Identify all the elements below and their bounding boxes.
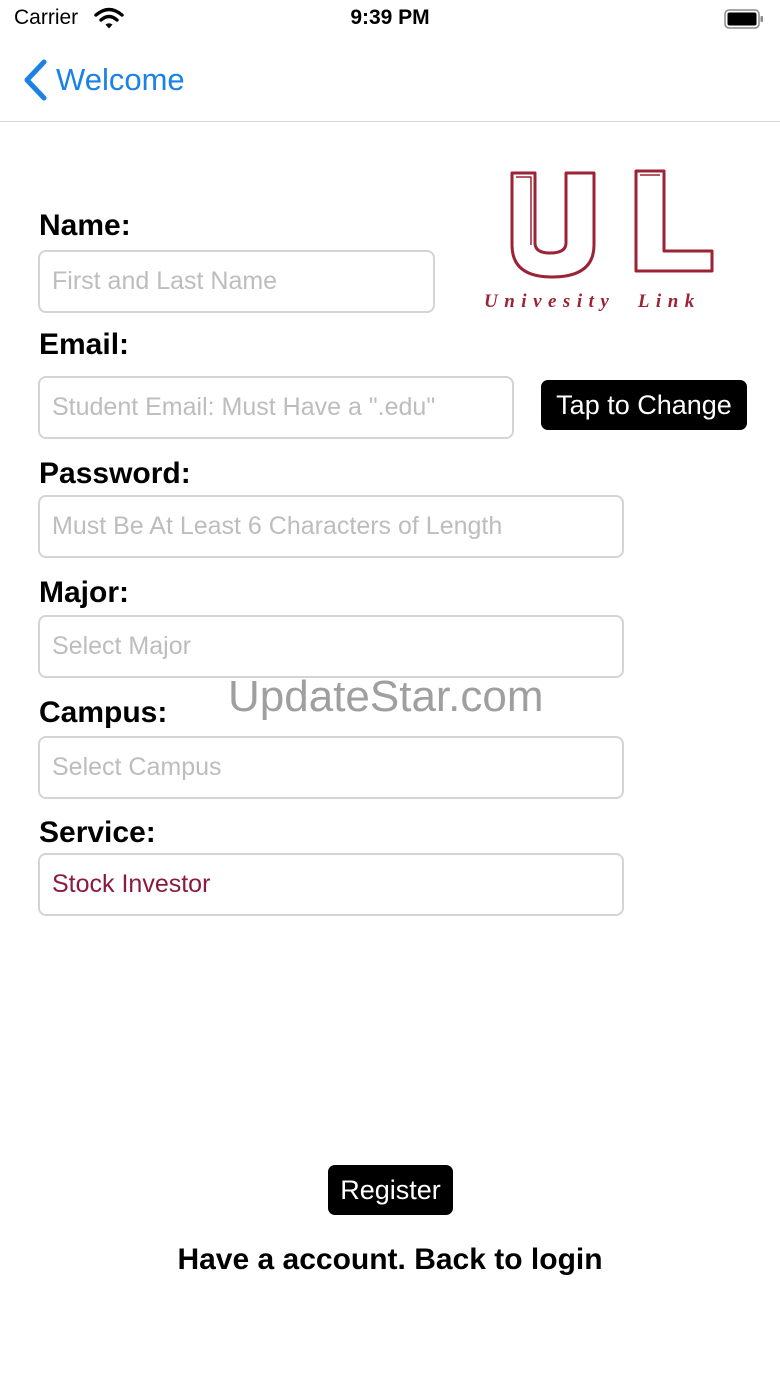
email-input[interactable] [38,376,514,439]
email-label: Email: [39,328,130,361]
battery-icon [724,9,763,29]
nav-divider [0,121,780,122]
watermark: UpdateStar.com [228,672,544,721]
campus-label: Campus: [39,696,168,729]
password-input[interactable] [38,495,624,558]
password-label: Password: [39,457,191,490]
name-input[interactable] [38,250,435,313]
major-select[interactable] [38,615,624,678]
back-to-login-link[interactable]: Have a account. Back to login [0,1243,780,1277]
campus-select[interactable] [38,736,624,799]
logo-subtitle: Univesity Link [484,291,701,312]
major-label: Major: [39,576,129,609]
back-button-label: Welcome [56,62,185,97]
service-input[interactable] [38,853,624,916]
tap-to-change-button[interactable]: Tap to Change [541,380,747,430]
chevron-left-icon [24,59,47,101]
register-button[interactable]: Register [328,1165,453,1215]
university-link-logo: Univesity Link [484,169,714,312]
status-time: 9:39 PM [350,6,430,29]
back-button[interactable]: Welcome [22,56,185,104]
name-label: Name: [39,209,131,242]
service-label: Service: [39,816,156,849]
